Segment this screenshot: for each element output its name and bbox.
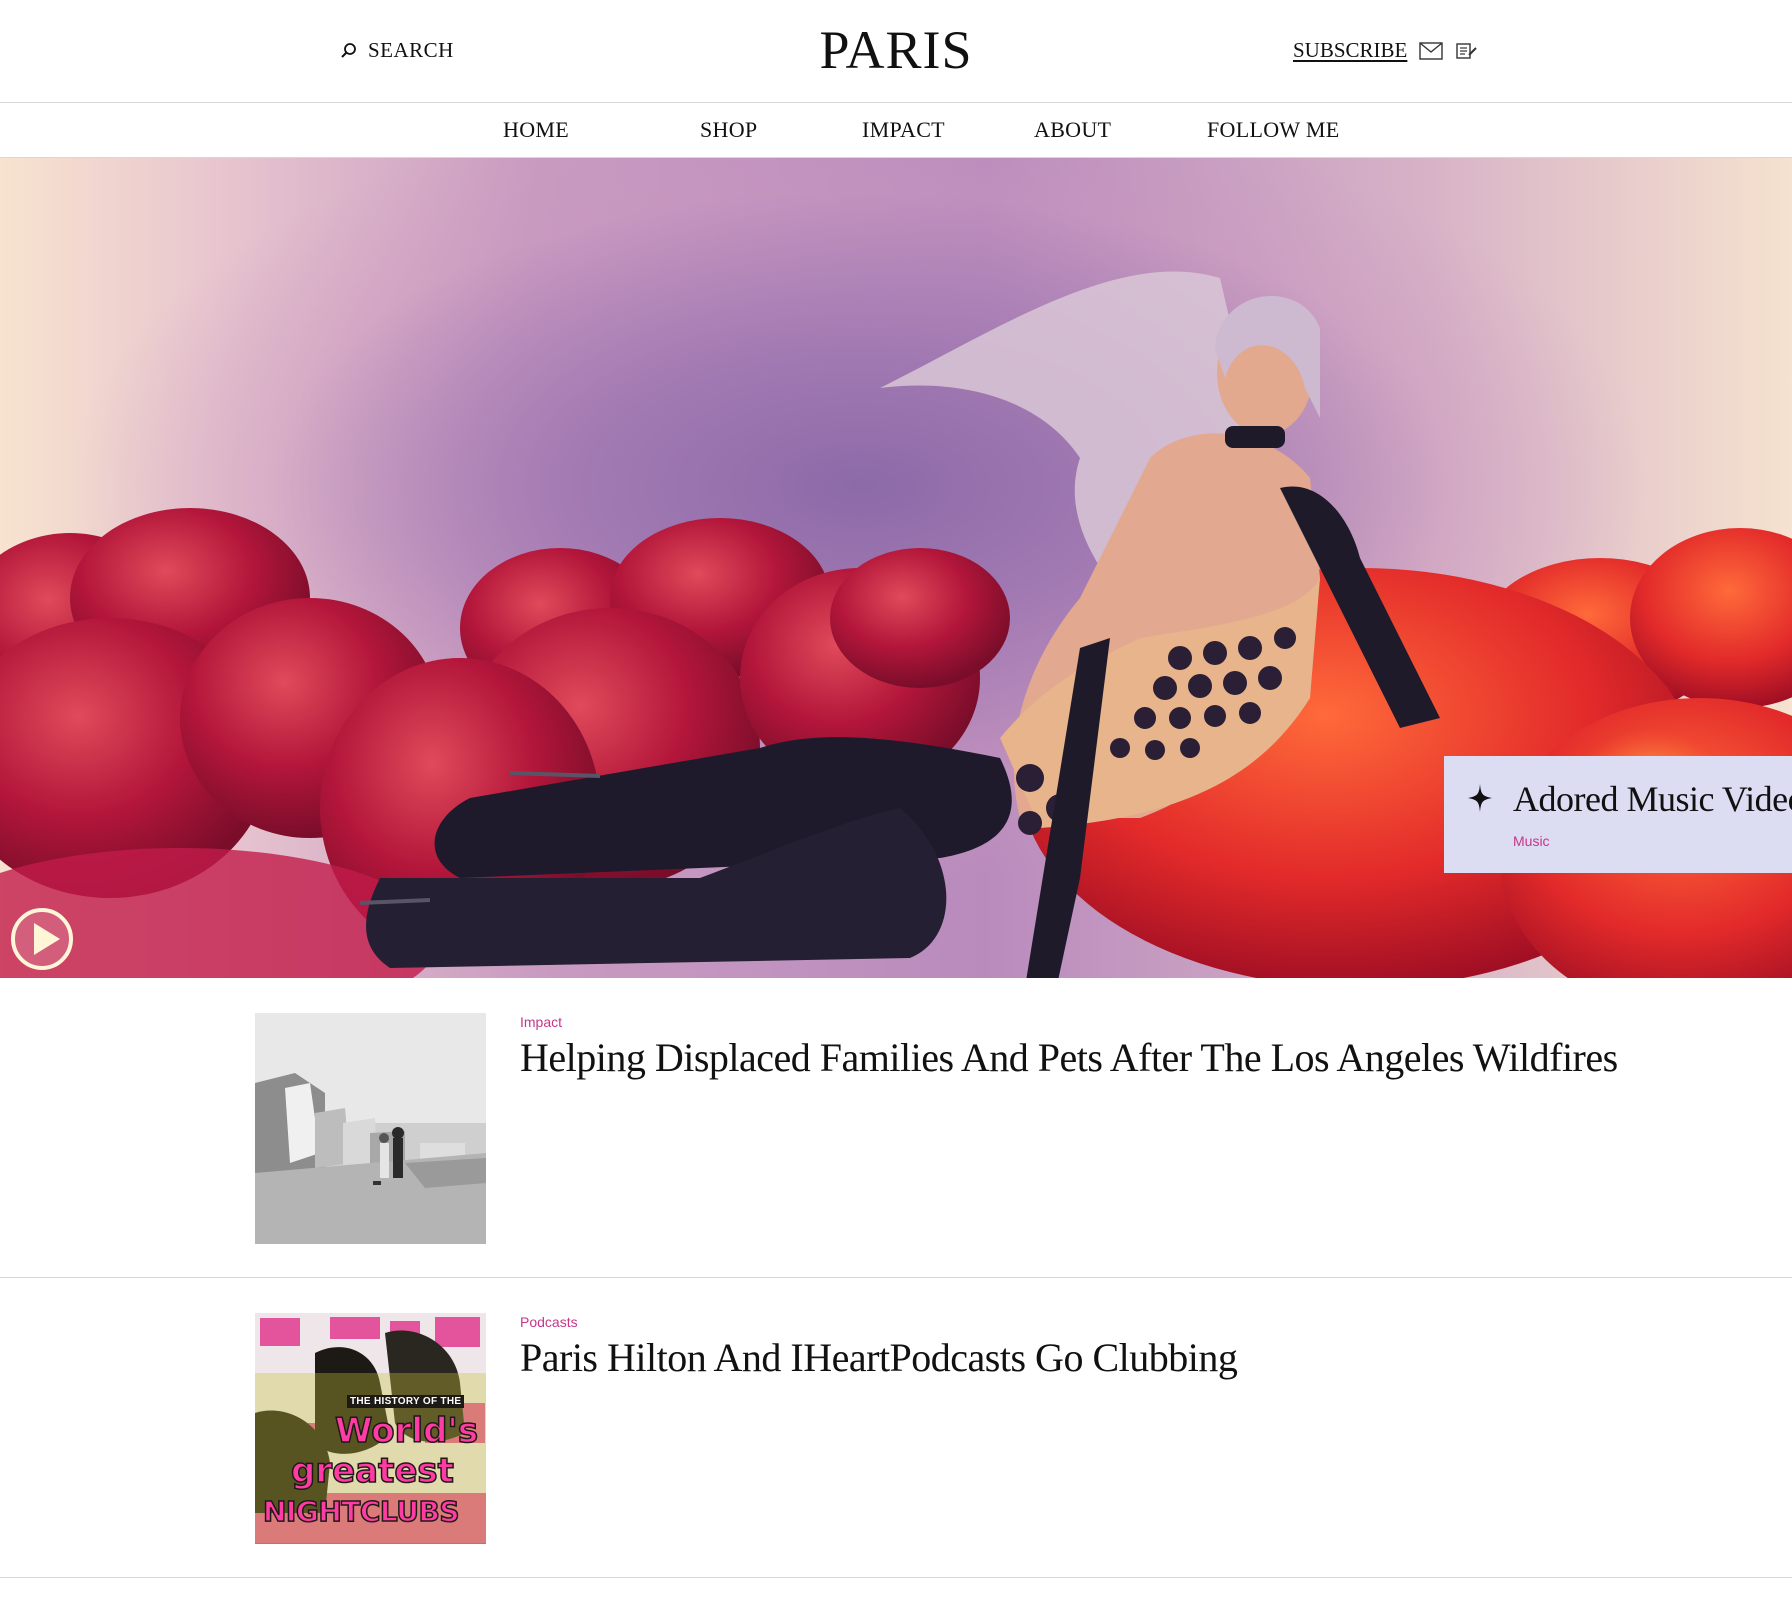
nav-item-follow-me[interactable]: FOLLOW ME [1207,117,1339,143]
article-thumbnail-podcast[interactable]: THE HISTORY OF THE World's greatest NIGH… [255,1313,486,1544]
podcast-cover-text-line4: NIGHTCLUBS [262,1494,460,1529]
site-logo[interactable]: PARIS [0,20,1792,80]
featured-video-category[interactable]: Music [1513,833,1550,849]
hero-banner[interactable]: Adored Music Video Music [0,158,1792,978]
nav-item-home[interactable]: HOME [503,117,569,143]
podcast-cover-text-line2: World's [334,1410,479,1452]
article-headline[interactable]: Helping Displaced Families And Pets Afte… [520,1034,1618,1081]
podcast-cover-text-line3: greatest [290,1450,454,1492]
featured-video-card[interactable]: Adored Music Video Music [1444,756,1792,873]
subscribe-group: SUBSCRIBE [1293,38,1479,63]
article-item[interactable]: Impact Helping Displaced Families And Pe… [0,978,1792,1278]
nav-item-impact[interactable]: IMPACT [862,117,945,143]
edit-icon[interactable] [1455,42,1479,60]
sparkle-icon [1468,784,1492,812]
featured-video-title: Adored Music Video [1513,779,1792,819]
site-header: SEARCH PARIS SUBSCRIBE [0,0,1792,103]
nav-item-shop[interactable]: SHOP [700,117,757,143]
podcast-cover-text-line1: THE HISTORY OF THE [347,1395,465,1408]
article-category[interactable]: Podcasts [520,1314,578,1330]
subscribe-link[interactable]: SUBSCRIBE [1293,38,1407,63]
main-nav: HOME SHOP IMPACT ABOUT FOLLOW ME [0,103,1792,158]
article-headline[interactable]: Paris Hilton And IHeartPodcasts Go Clubb… [520,1334,1238,1381]
article-thumbnail-beach[interactable] [255,1013,486,1244]
article-category[interactable]: Impact [520,1014,562,1030]
mail-icon[interactable] [1419,41,1444,60]
nav-item-about[interactable]: ABOUT [1034,117,1111,143]
play-icon[interactable] [10,907,74,971]
article-item[interactable]: THE HISTORY OF THE World's greatest NIGH… [0,1278,1792,1578]
